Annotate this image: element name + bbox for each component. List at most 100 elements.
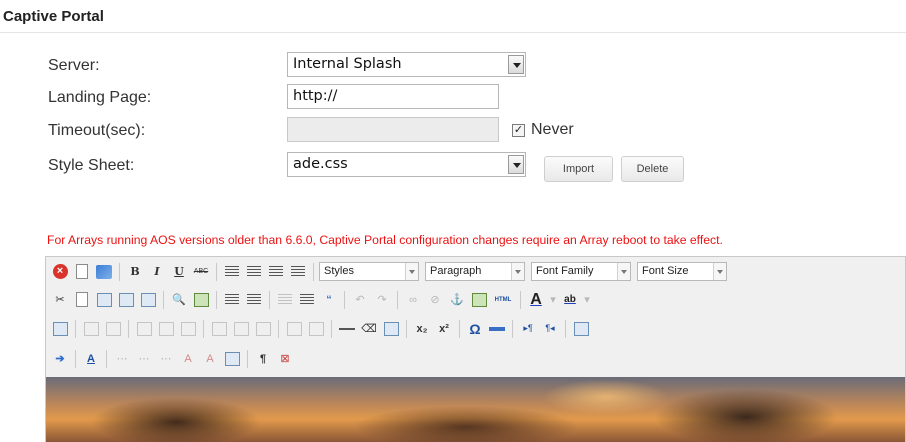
paste-word-icon[interactable] <box>138 290 158 310</box>
anchor-icon[interactable]: ⚓ <box>447 290 467 310</box>
html-source-button[interactable]: HTML <box>491 290 515 310</box>
close-icon[interactable]: × <box>50 262 70 282</box>
cite-icon[interactable]: ⋯ <box>134 349 154 369</box>
media-icon[interactable] <box>487 319 507 339</box>
font-size-dropdown-label: Font Size <box>642 265 689 277</box>
tb-sep <box>278 319 279 338</box>
landing-page-input[interactable]: http:// <box>287 84 499 109</box>
delete-button[interactable]: Delete <box>621 156 684 182</box>
align-left-icon[interactable] <box>222 262 242 282</box>
superscript-button[interactable]: x² <box>434 319 454 339</box>
rtl-button[interactable]: ¶◂ <box>540 319 560 339</box>
blockquote-icon[interactable]: “ <box>319 290 339 310</box>
chevron-down-icon <box>713 263 726 280</box>
attributes-icon[interactable] <box>222 349 242 369</box>
merge-cells-icon[interactable] <box>306 319 326 339</box>
outdent-icon[interactable] <box>275 290 295 310</box>
align-right-icon[interactable] <box>266 262 286 282</box>
never-checkbox[interactable]: ✓ <box>512 124 525 137</box>
tb-sep <box>128 319 129 338</box>
new-document-icon[interactable] <box>72 262 92 282</box>
find-icon[interactable]: 🔍 <box>169 290 189 310</box>
styles-dropdown-label: Styles <box>324 265 354 277</box>
undo-icon[interactable]: ↶ <box>350 290 370 310</box>
cut-icon[interactable]: ✂ <box>50 290 70 310</box>
chevron-down-icon[interactable]: ▾ <box>548 290 558 310</box>
table-row-props-icon[interactable] <box>81 319 101 339</box>
style-sheet-select[interactable]: ade.css <box>287 152 526 177</box>
tb-sep <box>75 349 76 368</box>
align-justify-icon[interactable] <box>288 262 308 282</box>
align-center-icon[interactable] <box>244 262 264 282</box>
insert-col-before-icon[interactable] <box>209 319 229 339</box>
insert-col-after-icon[interactable] <box>231 319 251 339</box>
tb-sep <box>520 290 521 309</box>
image-icon[interactable] <box>469 290 489 310</box>
paragraph-dropdown-label: Paragraph <box>430 265 482 277</box>
copy-icon[interactable] <box>72 290 92 310</box>
numbered-list-icon[interactable] <box>244 290 264 310</box>
strikethrough-button[interactable]: ABC <box>191 262 211 282</box>
reboot-notice: For Arrays running AOS versions older th… <box>47 233 723 247</box>
bullet-list-icon[interactable] <box>222 290 242 310</box>
import-button[interactable]: Import <box>544 156 613 182</box>
tb-sep <box>75 319 76 338</box>
insert-table-icon[interactable] <box>381 319 401 339</box>
table-cell-props-icon[interactable] <box>103 319 123 339</box>
tb-sep <box>247 349 248 368</box>
chevron-down-icon <box>405 263 418 280</box>
replace-icon[interactable] <box>191 290 211 310</box>
horizontal-rule-icon[interactable] <box>337 319 357 339</box>
tb-sep <box>459 319 460 338</box>
chevron-down-icon <box>617 263 630 280</box>
delete-row-icon[interactable] <box>178 319 198 339</box>
font-size-dropdown[interactable]: Font Size <box>637 262 727 281</box>
server-select[interactable]: Internal Splash <box>287 52 526 77</box>
subscript-button[interactable]: x₂ <box>412 319 432 339</box>
ltr-button[interactable]: ▸¶ <box>518 319 538 339</box>
show-blocks-button[interactable]: ¶ <box>253 349 273 369</box>
tb-sep <box>106 349 107 368</box>
link-icon[interactable]: ∞ <box>403 290 423 310</box>
special-char-button[interactable]: Ω <box>465 319 485 339</box>
remove-format-icon[interactable]: ⌫ <box>359 319 379 339</box>
timeout-input[interactable] <box>287 117 499 142</box>
font-family-dropdown[interactable]: Font Family <box>531 262 631 281</box>
font-family-dropdown-label: Font Family <box>536 265 594 277</box>
paste-icon[interactable] <box>94 290 114 310</box>
editor-content-image <box>46 377 905 442</box>
insert-text-icon[interactable]: A <box>200 349 220 369</box>
title-divider <box>0 32 906 33</box>
rich-text-editor[interactable]: × B I U ABC Styles Paragraph Font Family… <box>45 256 906 442</box>
acronym-icon[interactable]: ⋯ <box>156 349 176 369</box>
tb-sep <box>163 290 164 309</box>
paste-text-icon[interactable] <box>116 290 136 310</box>
delete-col-icon[interactable] <box>253 319 273 339</box>
tb-sep <box>512 319 513 338</box>
edit-table-icon[interactable] <box>50 319 70 339</box>
delete-text-icon[interactable]: A <box>178 349 198 369</box>
unlink-icon[interactable]: ⊘ <box>425 290 445 310</box>
chevron-down-icon[interactable] <box>508 155 524 174</box>
tb-sep <box>406 319 407 338</box>
bold-button[interactable]: B <box>125 262 145 282</box>
refresh-icon[interactable] <box>94 262 114 282</box>
abbreviation-button[interactable]: A <box>81 349 101 369</box>
fullscreen-icon[interactable] <box>571 319 591 339</box>
redo-icon[interactable]: ↷ <box>372 290 392 310</box>
font-color-button[interactable]: A <box>526 290 546 310</box>
chevron-down-icon[interactable]: ▾ <box>582 290 592 310</box>
insert-row-after-icon[interactable] <box>156 319 176 339</box>
indent-icon[interactable] <box>297 290 317 310</box>
highlight-color-button[interactable]: ab <box>560 290 580 310</box>
split-cells-icon[interactable] <box>284 319 304 339</box>
italic-button[interactable]: I <box>147 262 167 282</box>
style-props-icon[interactable]: ⋯ <box>112 349 132 369</box>
insert-layer-icon[interactable]: ➔ <box>50 349 70 369</box>
paragraph-dropdown[interactable]: Paragraph <box>425 262 525 281</box>
underline-button[interactable]: U <box>169 262 189 282</box>
chevron-down-icon[interactable] <box>508 55 524 74</box>
styles-dropdown[interactable]: Styles <box>319 262 419 281</box>
insert-row-before-icon[interactable] <box>134 319 154 339</box>
visual-aid-icon[interactable]: ⊠ <box>275 349 295 369</box>
